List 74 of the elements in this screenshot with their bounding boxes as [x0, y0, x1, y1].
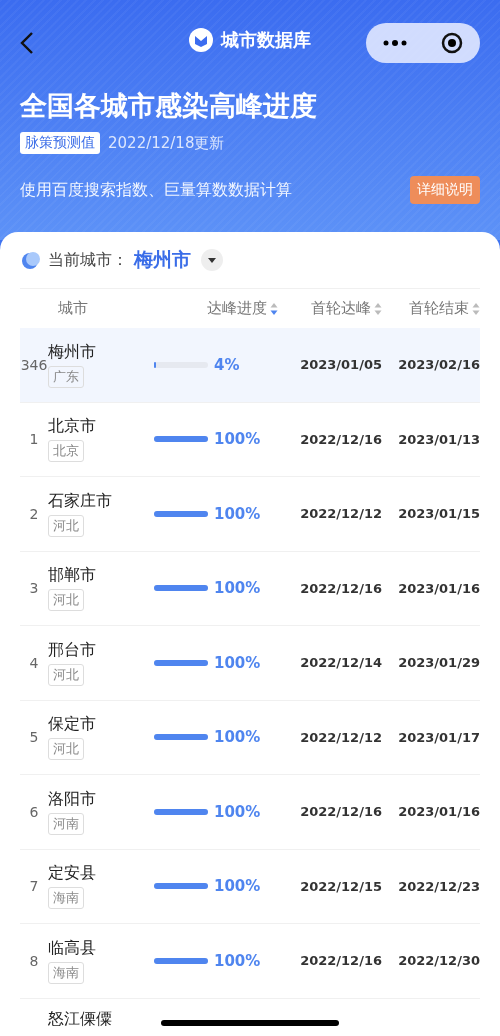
province-tag: 河北	[48, 589, 84, 612]
rank: 3	[28, 580, 40, 597]
progress-percent: 4%	[214, 355, 240, 374]
nav-title: 城市数据库	[221, 28, 311, 52]
end-date: 2022/12/23	[397, 878, 480, 894]
progress-percent: 100%	[214, 877, 261, 896]
rank: 4	[28, 654, 40, 671]
progress-percent: 100%	[214, 579, 261, 598]
progress-percent: 100%	[214, 802, 261, 821]
end-date: 2023/01/17	[397, 729, 480, 745]
back-icon[interactable]	[20, 31, 34, 55]
peak-date: 2022/12/16	[299, 431, 382, 447]
progress-percent: 100%	[214, 430, 261, 449]
progress-percent: 100%	[214, 504, 261, 523]
page-title: 全国各城市感染高峰进度	[20, 89, 318, 123]
province-tag: 河北	[48, 663, 84, 686]
end-date: 2023/01/16	[397, 580, 480, 596]
peak-date: 2022/12/14	[299, 655, 382, 671]
progress-percent: 100%	[214, 653, 261, 672]
location-icon	[20, 249, 42, 271]
peak-date: 2022/12/12	[299, 506, 382, 522]
description: 使用百度搜索指数、巨量算数数据计算	[20, 179, 292, 201]
peak-date: 2022/12/16	[299, 804, 382, 820]
province-tag: 河南	[48, 812, 84, 835]
more-icon[interactable]	[383, 40, 407, 46]
city-name: 梅州市	[48, 341, 96, 363]
rank: 2	[28, 505, 40, 522]
province-tag: 海南	[48, 961, 84, 984]
column-header: 城市	[58, 299, 88, 318]
city-name: 保定市	[48, 714, 96, 736]
progress-percent: 100%	[214, 728, 261, 747]
peak-date: 2023/01/05	[299, 357, 382, 373]
progress-percent: 100%	[214, 951, 261, 970]
sort-icon[interactable]	[270, 301, 278, 316]
city-name: 定安县	[48, 863, 96, 885]
province-tag: 河北	[48, 738, 84, 761]
province-tag: 北京	[48, 440, 84, 463]
current-city[interactable]: 梅州市	[134, 247, 191, 273]
source-badge: 脉策预测值	[20, 132, 100, 154]
province-tag: 海南	[48, 887, 84, 910]
city-name: 临高县	[48, 937, 96, 959]
dropdown-button[interactable]	[201, 249, 223, 271]
city-name: 邢台市	[48, 639, 96, 661]
column-header[interactable]: 首轮结束	[409, 299, 469, 318]
rank: 8	[28, 952, 40, 969]
peak-date: 2022/12/15	[299, 878, 382, 894]
peak-date: 2022/12/12	[299, 729, 382, 745]
city-name: 洛阳市	[48, 788, 96, 810]
province-tag: 广东	[48, 365, 84, 388]
peak-date: 2022/12/16	[299, 580, 382, 596]
column-header[interactable]: 达峰进度	[207, 299, 267, 318]
city-name: 北京市	[48, 416, 96, 438]
end-date: 2022/12/30	[397, 953, 480, 969]
end-date: 2023/01/16	[397, 804, 480, 820]
target-icon[interactable]	[441, 32, 463, 54]
end-date: 2023/01/29	[397, 655, 480, 671]
logo-icon	[189, 28, 213, 52]
end-date: 2023/01/15	[397, 506, 480, 522]
city-name: 邯郸市	[48, 565, 96, 587]
city-name: 石家庄市	[48, 490, 112, 512]
rank: 1	[28, 431, 40, 448]
rank: 5	[28, 729, 40, 746]
update-date: 2022/12/18更新	[108, 133, 225, 153]
province-tag: 河北	[48, 514, 84, 537]
caret-icon	[208, 257, 216, 263]
end-date: 2023/01/13	[397, 431, 480, 447]
current-city-label: 当前城市：	[48, 249, 128, 271]
peak-date: 2022/12/16	[299, 953, 382, 969]
city-name: 怒江傈僳	[48, 1008, 113, 1030]
column-header[interactable]: 首轮达峰	[311, 299, 371, 318]
rank: 346	[20, 356, 48, 373]
rank: 6	[28, 803, 40, 820]
rank: 7	[28, 878, 40, 895]
end-date: 2023/02/16	[397, 357, 480, 373]
